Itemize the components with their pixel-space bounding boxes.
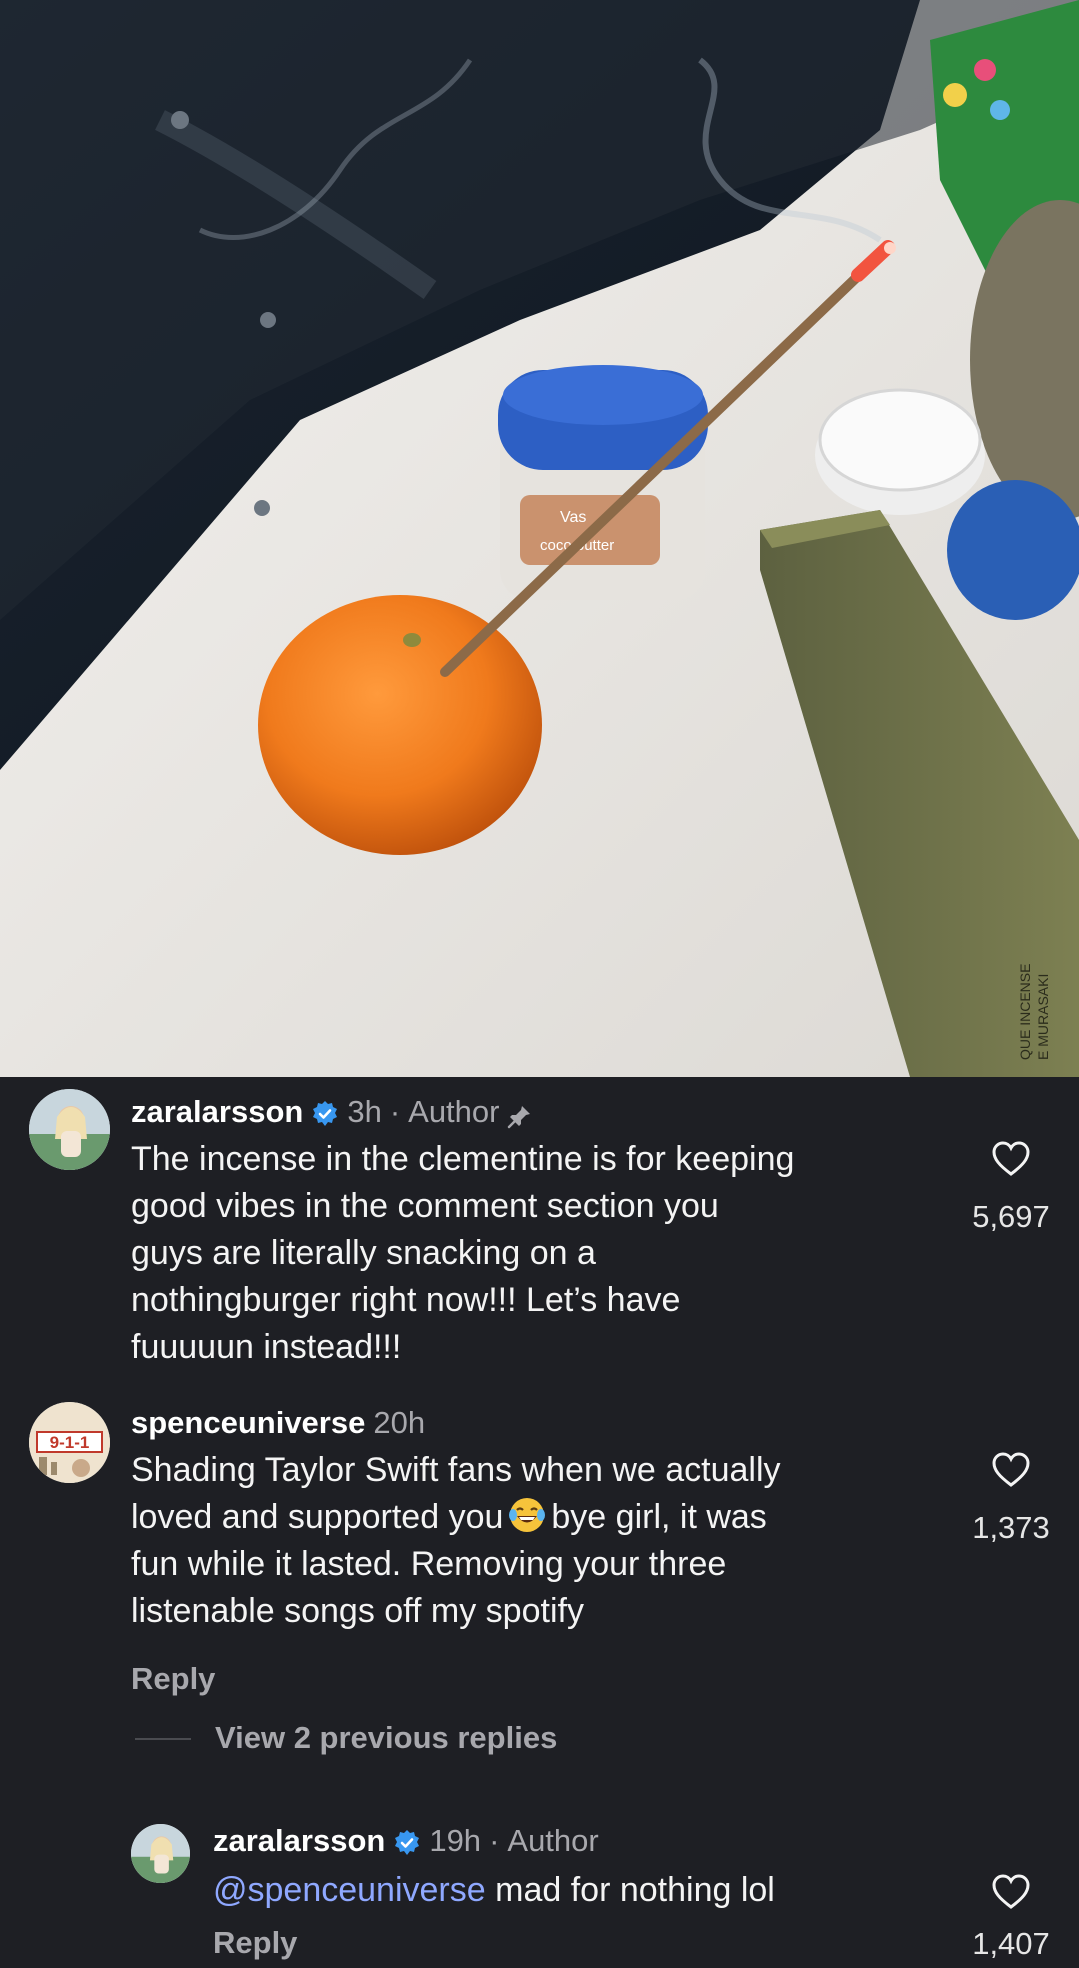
- reply-button[interactable]: Reply: [213, 1925, 297, 1961]
- comment-username[interactable]: zaralarsson: [213, 1821, 385, 1861]
- reply-item: zaralarsson 19h · Author @spenceuniverse…: [0, 1797, 1079, 1968]
- comment-line: guys are literally snacking on a: [131, 1234, 596, 1272]
- like-count: 5,697: [972, 1199, 1050, 1234]
- incense-clementine-photo: Vas coco butter QUE INCENSE E MURASAKI: [0, 0, 1079, 1077]
- jar-brand-text: Vas: [560, 509, 586, 526]
- comment-line: listenable songs off my spotify: [131, 1592, 584, 1630]
- verified-badge-icon: [311, 1098, 339, 1126]
- pin-icon: [507, 1099, 533, 1129]
- author-label: Author: [507, 1823, 599, 1858]
- comment-line: fuuuuun instead!!!: [131, 1328, 402, 1366]
- like-count: 1,373: [972, 1510, 1050, 1545]
- comment-segment: bye girl, it was: [551, 1498, 767, 1536]
- comment-line: Shading Taylor Swift fans when we actual…: [131, 1451, 781, 1489]
- comment-time: 20h: [373, 1405, 426, 1440]
- avatar[interactable]: [131, 1824, 190, 1883]
- like-heart-icon[interactable]: [991, 1872, 1031, 1912]
- avatar[interactable]: 9-1-1: [29, 1402, 110, 1483]
- box-text-1: QUE INCENSE: [1017, 964, 1033, 1060]
- comment-time: 19h: [429, 1823, 482, 1858]
- comment-text: @spenceuniverse mad for nothing lol: [213, 1867, 973, 1914]
- verified-badge-icon: [393, 1827, 421, 1855]
- comment-segment: loved and supported you: [131, 1498, 504, 1536]
- avatar[interactable]: [29, 1089, 110, 1170]
- post-photo: Vas coco butter QUE INCENSE E MURASAKI: [0, 0, 1079, 1077]
- comment-line: good vibes in the comment section you: [131, 1187, 719, 1225]
- box-text-2: E MURASAKI: [1035, 974, 1051, 1060]
- mention-link[interactable]: @spenceuniverse: [213, 1871, 486, 1909]
- comment-username[interactable]: spenceuniverse: [131, 1403, 365, 1443]
- comment-time: 3h: [347, 1094, 382, 1129]
- avatar-911-text: 9-1-1: [50, 1433, 90, 1452]
- comment-text: The incense in the clementine is for kee…: [131, 1136, 951, 1371]
- meta-separator: ·: [489, 1823, 500, 1858]
- comment-segment: mad for nothing lol: [495, 1871, 775, 1909]
- meta-separator: ·: [389, 1094, 401, 1129]
- author-label: Author: [408, 1094, 500, 1129]
- laughing-emoji-icon: [507, 1495, 547, 1535]
- replies-divider: [135, 1738, 191, 1740]
- view-previous-replies-button[interactable]: View 2 previous replies: [215, 1720, 557, 1756]
- like-heart-icon[interactable]: [991, 1139, 1031, 1179]
- comments-section: zaralarsson 3h · Author The incense in t…: [0, 1077, 1079, 1968]
- like-heart-icon[interactable]: [991, 1450, 1031, 1490]
- comment-username[interactable]: zaralarsson: [131, 1092, 303, 1132]
- comment-item: zaralarsson 3h · Author The incense in t…: [0, 1077, 1079, 1377]
- reply-button[interactable]: Reply: [131, 1661, 215, 1697]
- comment-text: Shading Taylor Swift fans when we actual…: [131, 1447, 951, 1635]
- comment-line: The incense in the clementine is for kee…: [131, 1140, 795, 1178]
- comment-line: fun while it lasted. Removing your three: [131, 1545, 727, 1583]
- like-count: 1,407: [972, 1926, 1050, 1961]
- comment-line: nothingburger right now!!! Let’s have: [131, 1281, 681, 1319]
- comment-line: loved and supported you bye girl, it was: [131, 1494, 951, 1541]
- comment-item: 9-1-1 spenceuniverse 20h Shading Taylor …: [0, 1377, 1079, 1797]
